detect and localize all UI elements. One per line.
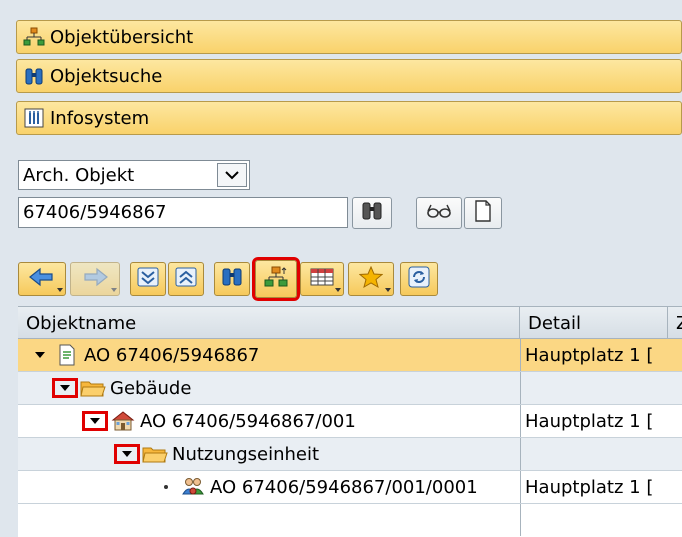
hierarchy-icon [22, 25, 46, 49]
row-detail: Hauptplatz 1 [ [525, 476, 654, 498]
forward-button[interactable] [70, 262, 120, 296]
collapse-toggle[interactable] [28, 346, 52, 364]
binoculars-icon [360, 200, 384, 226]
table-row[interactable]: Gebäude [18, 372, 682, 405]
table-row[interactable]: AO 67406/5946867/001/0001 Hauptplatz 1 [ [18, 471, 682, 504]
find-button[interactable] [214, 262, 250, 296]
row-name: AO 67406/5946867/001/0001 [210, 476, 478, 498]
row-name: AO 67406/5946867 [84, 344, 260, 366]
expand-all-button[interactable] [130, 262, 166, 296]
new-document-button[interactable] [464, 197, 502, 229]
row-name: AO 67406/5946867/001 [140, 410, 356, 432]
collapse-all-icon [174, 266, 198, 292]
column-header-z[interactable]: Z [668, 307, 682, 339]
panel-label: Infosystem [50, 107, 150, 129]
panel-label: Objektsuche [50, 65, 163, 87]
collapse-all-button[interactable] [168, 262, 204, 296]
row-name: Nutzungseinheit [172, 443, 320, 465]
collapse-toggle[interactable] [82, 411, 108, 431]
grid-header: Objektname Detail Z [18, 307, 682, 339]
row-detail: Hauptplatz 1 [ [525, 410, 654, 432]
favorites-icon [358, 265, 384, 292]
table-row-empty [18, 504, 682, 537]
refresh-button[interactable] [400, 262, 438, 296]
panel-infosystem[interactable]: Infosystem [16, 101, 682, 135]
folder-icon [80, 376, 106, 400]
people-icon [180, 475, 206, 499]
object-id-value: 67406/5946867 [23, 202, 167, 223]
arrow-left-icon [28, 267, 56, 291]
leaf-bullet [154, 478, 178, 496]
hierarchy-icon [263, 265, 289, 293]
document-icon [54, 343, 80, 367]
binoculars-icon [22, 64, 46, 88]
display-button[interactable] [416, 197, 462, 229]
find-icon [221, 266, 243, 292]
glasses-icon [425, 201, 453, 225]
layout-icon [309, 267, 335, 291]
back-button[interactable] [18, 262, 66, 296]
panel-objektuebersicht[interactable]: Objektübersicht [16, 20, 682, 54]
chevron-down-icon[interactable] [217, 163, 247, 187]
layout-button[interactable] [300, 262, 344, 296]
arrow-right-icon [81, 267, 109, 291]
search-button[interactable] [352, 197, 392, 229]
table-row[interactable]: AO 67406/5946867/001 Hauptplatz 1 [ [18, 405, 682, 438]
refresh-icon [407, 266, 431, 292]
column-header-objektname[interactable]: Objektname [18, 307, 520, 339]
infosystem-icon [22, 106, 46, 130]
object-type-select[interactable]: Arch. Objekt [18, 160, 250, 190]
row-name: Gebäude [110, 377, 192, 399]
object-tree-grid: Objektname Detail Z AO 67406/5946867 Hau… [18, 306, 682, 537]
expand-all-icon [136, 266, 160, 292]
table-row[interactable]: Nutzungseinheit [18, 438, 682, 471]
favorites-button[interactable] [348, 262, 394, 296]
object-type-value: Arch. Objekt [23, 164, 135, 186]
blank-page-icon [474, 200, 492, 226]
folder-icon [142, 442, 168, 466]
panel-objektsuche[interactable]: Objektsuche [16, 59, 682, 93]
object-id-input[interactable]: 67406/5946867 [18, 197, 348, 228]
collapse-toggle[interactable] [114, 444, 140, 464]
building-icon [110, 409, 136, 433]
column-header-detail[interactable]: Detail [520, 307, 668, 339]
collapse-toggle[interactable] [52, 378, 78, 398]
panel-label: Objektübersicht [50, 26, 194, 48]
hierarchy-button[interactable] [252, 257, 300, 301]
row-detail: Hauptplatz 1 [ [525, 344, 654, 366]
table-row[interactable]: AO 67406/5946867 Hauptplatz 1 [ [18, 339, 682, 372]
